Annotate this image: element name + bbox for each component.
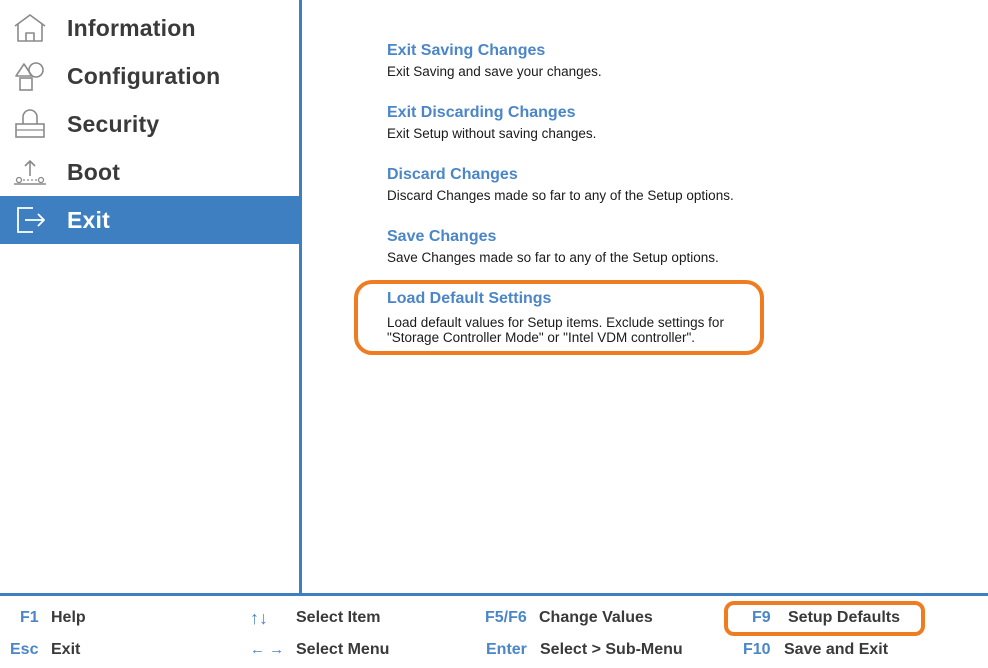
boot-icon [14, 160, 46, 185]
home-icon [14, 14, 46, 42]
option-description: Save Changes made so far to any of the S… [387, 250, 719, 265]
key-esc-label: Exit [51, 641, 81, 658]
sub-menu-label: Select > Sub-Menu [540, 641, 683, 658]
key-f1-label: Help [51, 609, 86, 626]
sidebar-item-information[interactable]: Information [0, 4, 299, 52]
sidebar-item-label: Information [67, 15, 196, 41]
option-discard-changes[interactable]: Discard Changes Discard Changes made so … [387, 165, 807, 203]
sidebar-item-label: Exit [67, 207, 110, 233]
sidebar-item-configuration[interactable]: Configuration [0, 52, 299, 100]
key-f9: F9 [752, 609, 771, 626]
setup-defaults-label: Setup Defaults [788, 609, 901, 626]
key-f10: F10 [743, 641, 771, 658]
select-item-label: Select Item [296, 609, 381, 626]
key-esc: Esc [10, 641, 39, 658]
option-description: Exit Saving and save your changes. [387, 64, 602, 79]
option-save-changes[interactable]: Save Changes Save Changes made so far to… [387, 227, 807, 265]
sidebar-item-label: Security [67, 111, 160, 137]
option-load-default-settings[interactable]: Load Default Settings Load default value… [387, 289, 807, 345]
sidebar-item-label: Configuration [67, 63, 221, 89]
exit-options-panel: Exit Saving Changes Exit Saving and save… [302, 0, 988, 593]
up-down-arrows-icon: ↑↓ [250, 608, 268, 628]
key-help-bar: F1 Help Esc Exit ↑↓ Select Item ← → Sele… [0, 596, 988, 668]
exit-icon [17, 207, 45, 233]
sidebar-menu: Information Configuration Security Boot [0, 0, 299, 593]
sidebar-item-exit[interactable]: Exit [0, 196, 299, 244]
key-enter: Enter [486, 641, 527, 658]
option-title: Exit Discarding Changes [387, 104, 576, 121]
option-title: Load Default Settings [387, 290, 552, 307]
lock-icon [15, 109, 45, 138]
sidebar-item-security[interactable]: Security [0, 100, 299, 148]
option-description: Discard Changes made so far to any of th… [387, 188, 734, 203]
select-menu-label: Select Menu [296, 641, 390, 658]
change-values-label: Change Values [539, 609, 653, 626]
sidebar-item-boot[interactable]: Boot [0, 148, 299, 196]
sidebar-item-label: Boot [67, 159, 121, 185]
option-title: Exit Saving Changes [387, 42, 546, 59]
option-description: Exit Setup without saving changes. [387, 126, 597, 141]
key-f1: F1 [20, 609, 39, 626]
key-f5-f6: F5/F6 [485, 609, 527, 626]
option-title: Save Changes [387, 228, 497, 245]
option-exit-discarding-changes[interactable]: Exit Discarding Changes Exit Setup witho… [387, 103, 807, 141]
option-description: Load default values for Setup items. Exc… [387, 315, 724, 345]
save-and-exit-label: Save and Exit [784, 641, 889, 658]
option-exit-saving-changes[interactable]: Exit Saving Changes Exit Saving and save… [387, 41, 807, 79]
option-title: Discard Changes [387, 166, 518, 183]
left-right-arrows-icon: ← → [250, 641, 285, 658]
shapes-icon [15, 62, 44, 91]
